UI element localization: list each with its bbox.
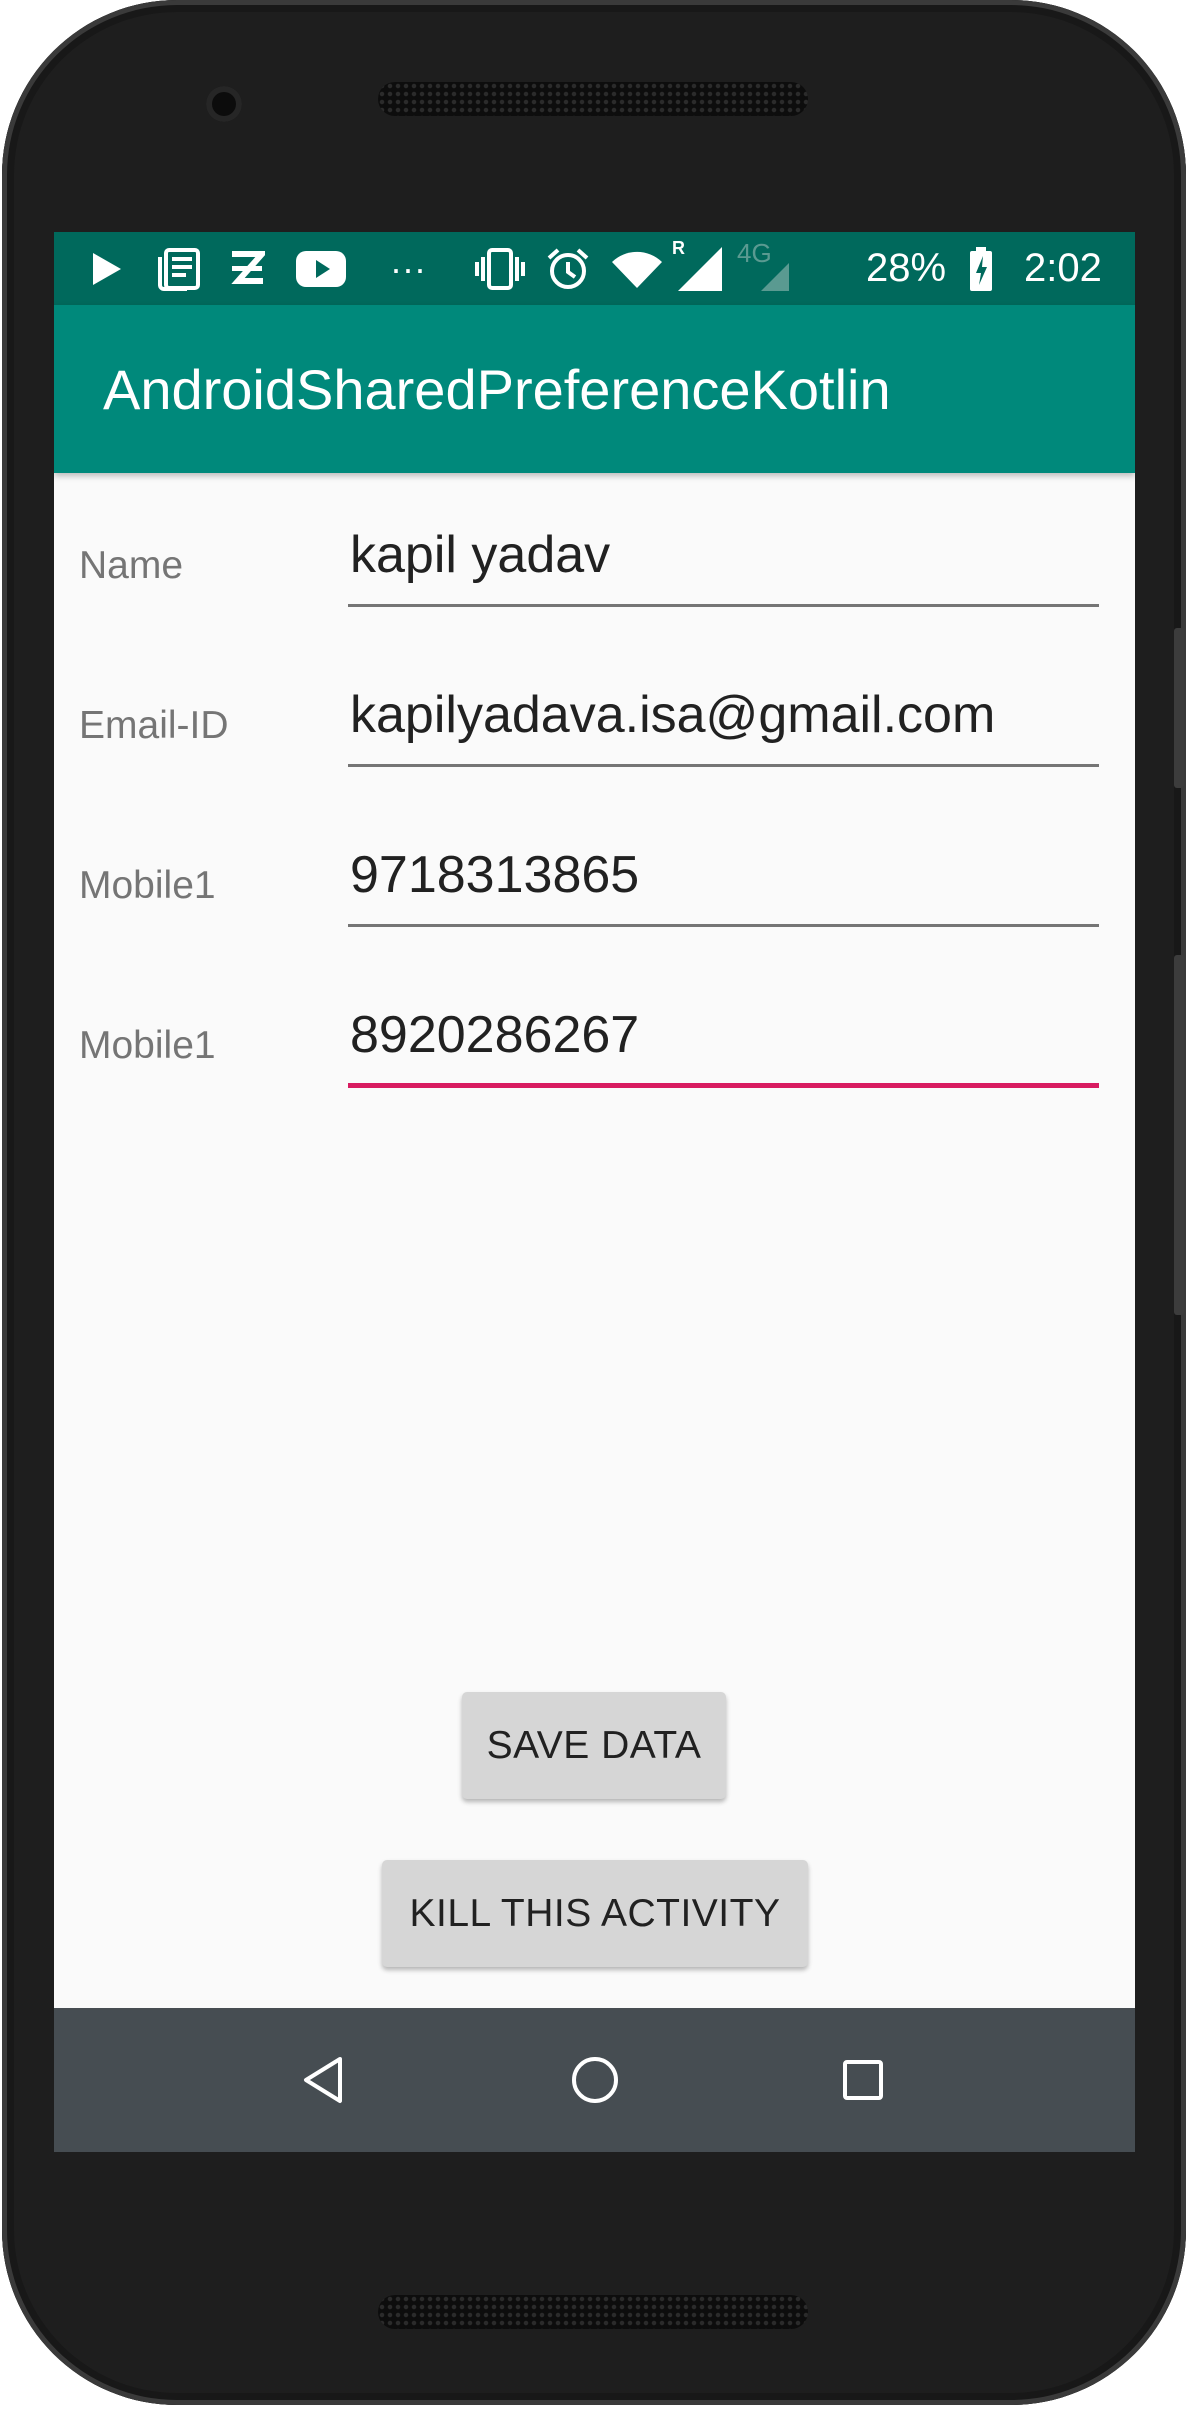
roaming-indicator: R [672, 238, 685, 258]
mobile2-field[interactable] [348, 1002, 1102, 1068]
zomato-icon [229, 232, 265, 305]
power-button [1174, 955, 1184, 1315]
email-label: Email-ID [79, 704, 229, 747]
mobile1-field[interactable] [348, 842, 1102, 908]
status-bar: ··· R 4G 28% 2:02 [54, 232, 1135, 305]
name-field[interactable] [348, 522, 1102, 588]
signal-4g-icon: 4G [737, 232, 789, 305]
battery-charging-icon [968, 232, 994, 305]
network-type-label: 4G [737, 238, 772, 268]
kill-activity-button[interactable]: KILL THIS ACTIVITY [382, 1860, 808, 1967]
top-speaker-grille [378, 82, 808, 116]
email-field[interactable] [348, 682, 1102, 748]
app-bar: AndroidSharedPreferenceKotlin [54, 305, 1135, 473]
volume-button [1174, 628, 1184, 788]
mobile1-field-underline [348, 924, 1099, 927]
name-field-underline [348, 604, 1099, 607]
navigation-bar [54, 2008, 1135, 2152]
clock: 2:02 [1024, 246, 1102, 290]
back-icon[interactable] [302, 2008, 344, 2152]
screen: ··· R 4G 28% 2:02 AndroidSharedPreferenc… [54, 232, 1135, 2152]
signal-icon: R [672, 232, 722, 305]
battery-percent: 28% [866, 246, 947, 290]
bottom-speaker-grille [378, 2295, 808, 2329]
youtube-icon [296, 232, 346, 305]
mobile2-label: Mobile1 [79, 1024, 216, 1067]
save-data-button[interactable]: SAVE DATA [462, 1692, 726, 1799]
email-field-underline [348, 764, 1099, 767]
more-notifications-icon: ··· [390, 247, 426, 289]
phone-frame: ··· R 4G 28% 2:02 AndroidSharedPreferenc… [2, 0, 1186, 2405]
mobile2-field-underline-focused [348, 1083, 1099, 1088]
front-camera [206, 86, 242, 122]
app-title: AndroidSharedPreferenceKotlin [103, 358, 891, 421]
news-icon [157, 232, 201, 305]
vibrate-icon [474, 232, 526, 305]
home-icon[interactable] [570, 2008, 620, 2152]
play-store-icon [90, 232, 124, 305]
alarm-icon [546, 232, 590, 305]
name-label: Name [79, 544, 184, 587]
mobile1-label: Mobile1 [79, 864, 216, 907]
wifi-icon [612, 232, 662, 305]
recents-icon[interactable] [842, 2008, 884, 2152]
